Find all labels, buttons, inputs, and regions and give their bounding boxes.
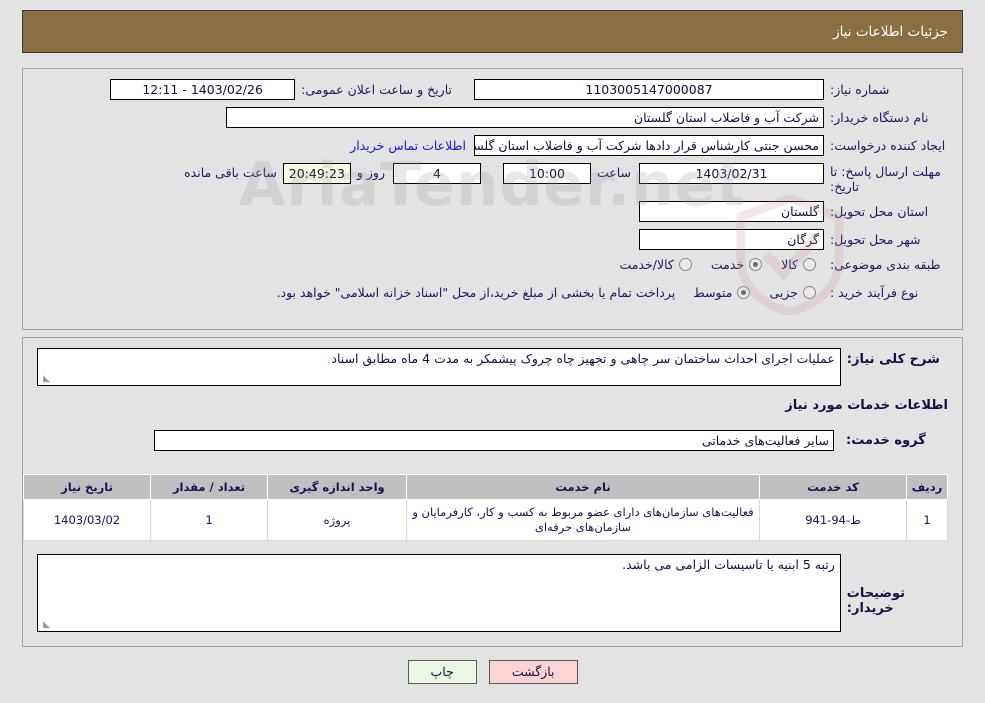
row-category: طبقه بندی موضوعی: کالا خدمت کالا/خدمت <box>37 257 948 272</box>
resize-grip-icon-2[interactable]: ◣ <box>40 620 50 630</box>
remaining-days-field: 4 <box>392 163 481 184</box>
buyer-contact-link[interactable]: اطلاعات تماس خریدار <box>350 138 466 153</box>
hours-remaining-label: ساعت باقی مانده <box>184 165 277 180</box>
deadline-hour-field: 10:00 <box>502 163 591 184</box>
buyer-notes-label: توضیحات خریدار: <box>846 586 906 616</box>
category-label: طبقه بندی موضوعی: <box>830 257 941 272</box>
process-type-radio-group: جزیی متوسط <box>679 285 816 300</box>
services-heading: اطلاعات خدمات مورد نیاز <box>785 398 948 413</box>
col-header-need-date: تاریخ نیاز <box>23 474 151 500</box>
table-header-row: ردیف کد خدمت نام خدمت واحد اندازه گیری ت… <box>23 474 948 500</box>
requester-field: محسن جنتی کارشناس قرار دادها شرکت آب و ف… <box>474 135 824 156</box>
cell-service-name: فعالیت‌های سازمان‌های دارای عضو مربوط به… <box>406 499 760 541</box>
process-type-radio-jozei[interactable] <box>803 286 816 299</box>
table-row: 1 ط-94-941 فعالیت‌های سازمان‌های دارای ع… <box>23 499 948 541</box>
province-field: گلستان <box>639 201 824 222</box>
process-type-label: نوع فرآیند خرید : <box>830 285 919 300</box>
category-radio-khedmat[interactable] <box>749 258 763 271</box>
buyer-notes-value: رتبه 5 ابنیه یا تاسیسات الزامی می باشد. <box>622 557 835 572</box>
process-type-label-motevaset: متوسط <box>693 285 733 300</box>
row-need-number: شماره نیاز: 1103005147000087 تاریخ و ساع… <box>37 79 948 100</box>
page-title: جزئیات اطلاعات نیاز <box>833 23 948 40</box>
general-desc-value: عملیات اجرای احداث ساختمان سر چاهی و تجه… <box>331 351 835 366</box>
row-city: شهر محل تحویل: گرگان <box>37 229 948 250</box>
days-and-label: روز و <box>356 165 385 180</box>
col-header-service-name: نام خدمت <box>406 474 760 500</box>
row-process-type: نوع فرآیند خرید : جزیی متوسط پرداخت تمام… <box>37 285 948 300</box>
category-label-kala-khedmat: کالا/خدمت <box>619 257 674 272</box>
service-group-field: سایر فعالیت‌های خدماتی <box>154 430 834 451</box>
row-deadline: مهلت ارسال پاسخ: تا تاریخ: 1403/02/31 سا… <box>37 163 948 194</box>
row-buyer-notes: توضیحات خریدار: رتبه 5 ابنیه یا تاسیسات … <box>37 554 948 632</box>
row-requester: ایجاد کننده درخواست: محسن جنتی کارشناس ق… <box>37 135 948 156</box>
col-header-index: ردیف <box>906 474 948 500</box>
category-radio-group: کالا خدمت کالا/خدمت <box>605 257 816 272</box>
category-radio-kala-khedmat[interactable] <box>678 258 692 271</box>
cell-index: 1 <box>906 499 948 541</box>
row-service-group: گروه خدمت: سایر فعالیت‌های خدماتی <box>37 430 948 451</box>
need-details-panel: شرح کلی نیاز: عملیات اجرای احداث ساختمان… <box>22 337 963 647</box>
resize-grip-icon[interactable]: ◣ <box>40 374 50 384</box>
row-province: استان محل تحویل: گلستان <box>37 201 948 222</box>
print-button[interactable]: چاپ <box>407 660 477 684</box>
requester-label: ایجاد کننده درخواست: <box>830 138 946 153</box>
need-number-field: 1103005147000087 <box>474 79 824 100</box>
back-button[interactable]: بازگشت <box>488 660 578 684</box>
buyer-notes-textarea[interactable]: رتبه 5 ابنیه یا تاسیسات الزامی می باشد. … <box>37 554 841 632</box>
deadline-hour-label: ساعت <box>596 165 631 180</box>
category-label-kala: کالا <box>781 257 798 272</box>
col-header-quantity: تعداد / مقدار <box>150 474 268 500</box>
general-desc-textarea[interactable]: عملیات اجرای احداث ساختمان سر چاهی و تجه… <box>37 348 841 386</box>
page-header: جزئیات اطلاعات نیاز <box>22 10 963 53</box>
city-label: شهر محل تحویل: <box>830 232 921 247</box>
need-summary-panel: شماره نیاز: 1103005147000087 تاریخ و ساع… <box>22 68 963 330</box>
general-desc-label: شرح کلی نیاز: <box>846 352 940 367</box>
footer-actions: بازگشت چاپ <box>0 660 985 684</box>
city-field: گرگان <box>639 229 824 250</box>
remaining-timer-field: 20:49:23 <box>282 163 351 184</box>
cell-unit: پروژه <box>267 499 407 541</box>
cell-need-date: 1403/03/02 <box>23 499 151 541</box>
buyer-org-label: نام دستگاه خریدار: <box>830 110 929 125</box>
process-type-radio-motevaset[interactable] <box>737 286 751 299</box>
category-label-khedmat: خدمت <box>710 257 745 272</box>
buyer-org-field: شرکت آب و فاضلاب استان گلستان <box>226 107 824 128</box>
col-header-unit: واحد اندازه گیری <box>267 474 407 500</box>
row-buyer-org: نام دستگاه خریدار: شرکت آب و فاضلاب استا… <box>37 107 948 128</box>
services-table: ردیف کد خدمت نام خدمت واحد اندازه گیری ت… <box>23 474 948 541</box>
province-label: استان محل تحویل: <box>830 204 929 219</box>
announce-datetime-field: 1403/02/26 - 12:11 <box>110 79 296 100</box>
cell-quantity: 1 <box>150 499 268 541</box>
deadline-label: مهلت ارسال پاسخ: تا تاریخ: <box>830 164 941 194</box>
col-header-service-code: کد خدمت <box>759 474 907 500</box>
service-group-label: گروه خدمت: <box>846 433 926 448</box>
process-type-label-jozei: جزیی <box>769 285 798 300</box>
row-general-desc: شرح کلی نیاز: عملیات اجرای احداث ساختمان… <box>37 348 948 386</box>
deadline-date-field: 1403/02/31 <box>639 163 824 184</box>
cell-service-code: ط-94-941 <box>759 499 907 541</box>
announce-datetime-label: تاریخ و ساعت اعلان عمومی: <box>301 82 452 97</box>
need-number-label: شماره نیاز: <box>830 82 890 97</box>
treasury-note: پرداخت تمام یا بخشی از مبلغ خرید،از محل … <box>276 285 676 300</box>
category-radio-kala[interactable] <box>803 258 816 271</box>
